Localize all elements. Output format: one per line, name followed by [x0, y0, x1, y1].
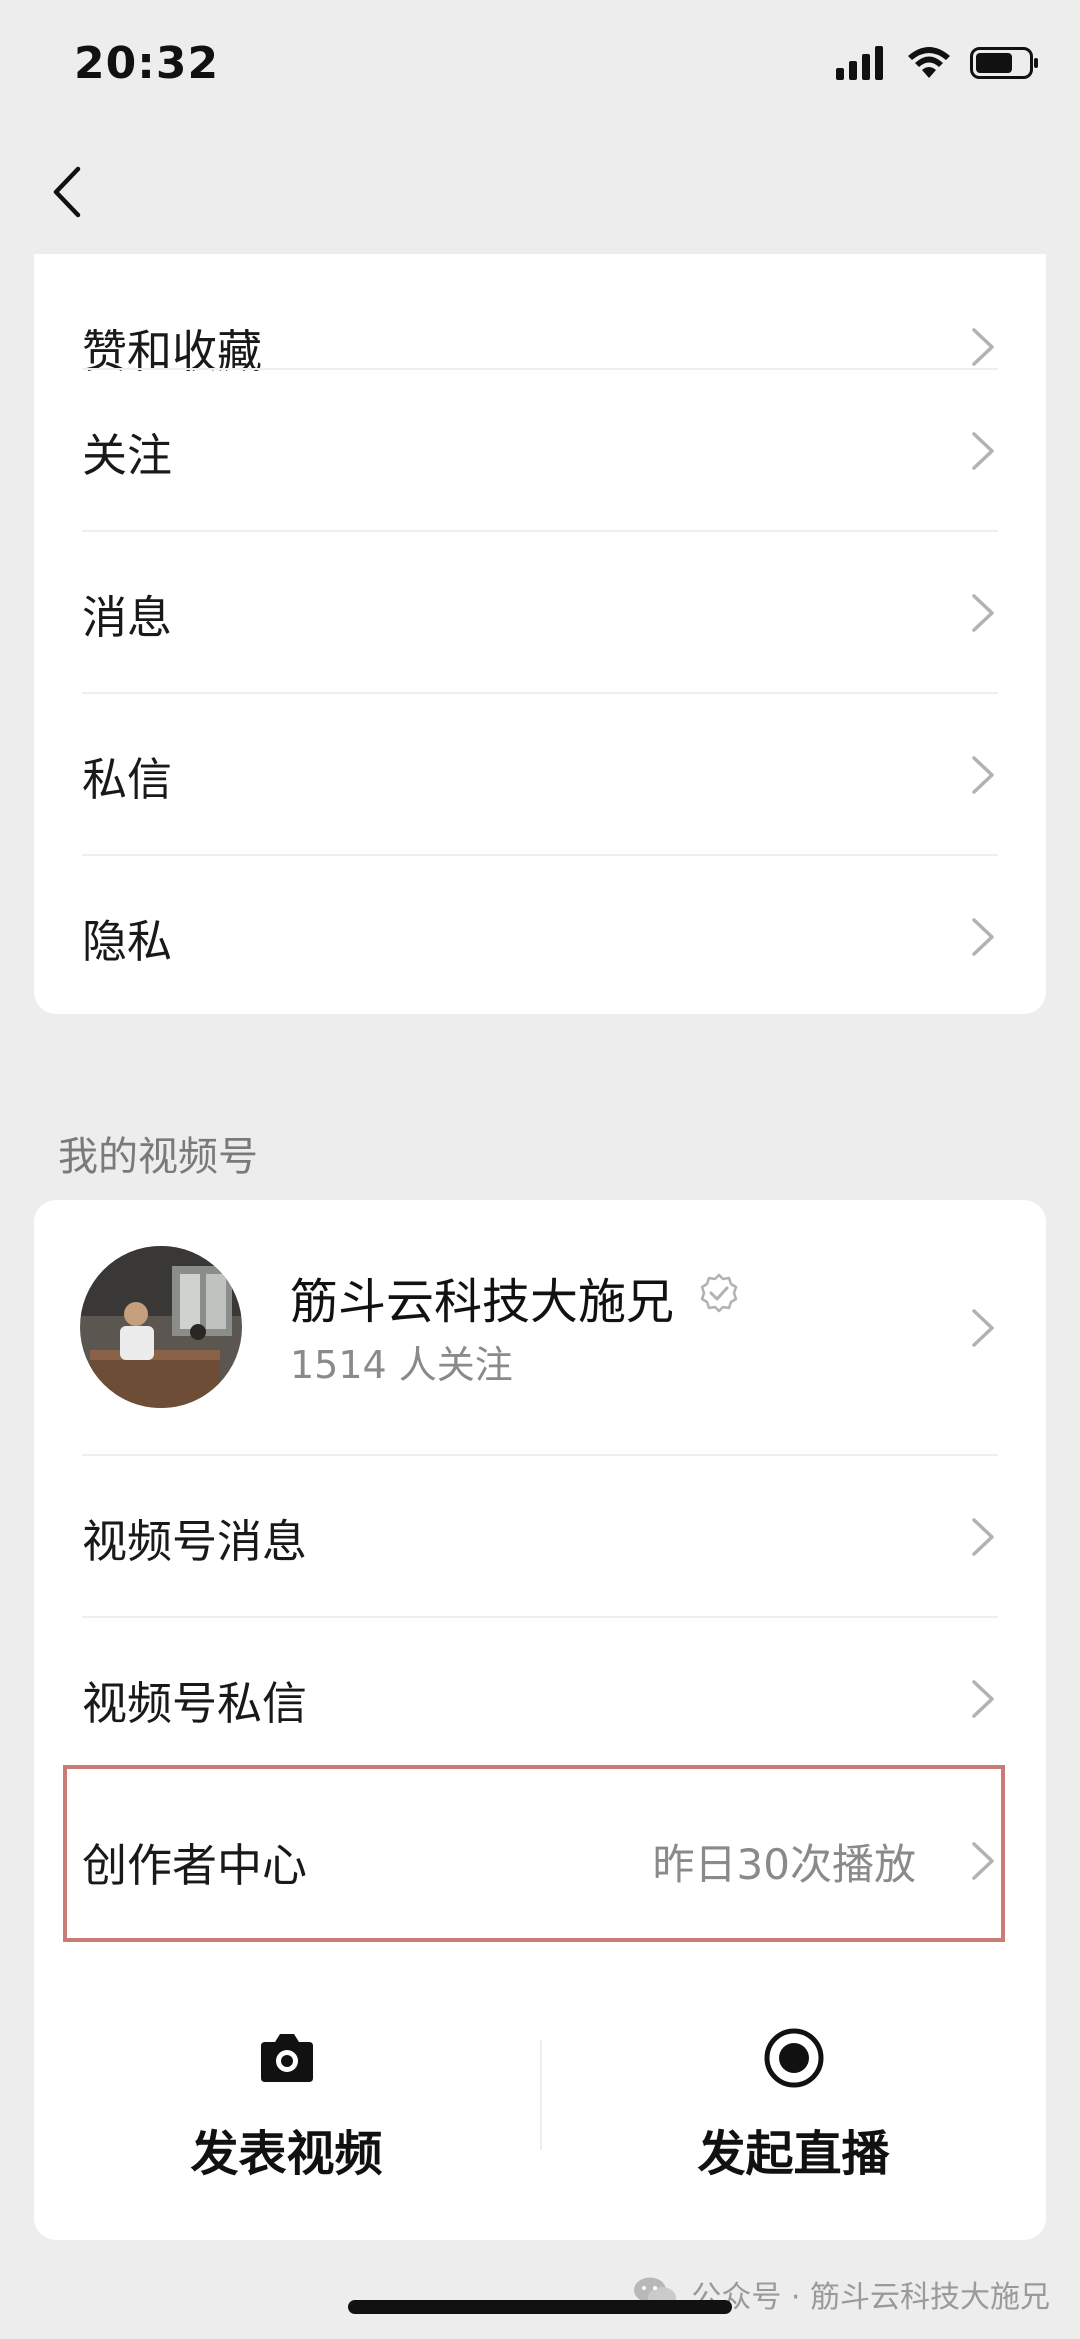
creator-center-stat: 昨日30次播放 [652, 1839, 916, 1889]
settings-card: 赞和收藏 关注 消息 私信 隐私 [34, 254, 1046, 1014]
cellular-signal-icon [836, 46, 883, 80]
section-title-channels: 我的视频号 [58, 1134, 258, 1180]
settings-item-messages[interactable]: 消息 [34, 532, 1046, 694]
channel-item-label: 视频号私信 [82, 1676, 308, 1730]
status-icons [836, 46, 1040, 80]
settings-item-label: 隐私 [82, 914, 173, 968]
chevron-right-icon [972, 1518, 994, 1556]
chevron-right-icon [972, 432, 994, 470]
settings-item-label: 消息 [82, 590, 173, 644]
live-record-icon [764, 2028, 823, 2088]
channel-item-label: 创作者中心 [82, 1838, 308, 1892]
nav-bar [0, 150, 1080, 230]
creator-center-item[interactable]: 创作者中心 昨日30次播放 [34, 1780, 1046, 1942]
settings-item-label: 关注 [82, 428, 173, 482]
chevron-right-icon [972, 594, 994, 632]
chevron-right-icon [972, 1842, 994, 1880]
chevron-right-icon [972, 756, 994, 794]
wifi-icon [908, 47, 950, 78]
channel-profile-row[interactable]: 筋斗云科技大施兄 1514 人关注 [34, 1200, 1046, 1455]
channel-item-label: 视频号消息 [82, 1514, 308, 1568]
channel-messages-item[interactable]: 视频号消息 [34, 1456, 1046, 1618]
chevron-right-icon [972, 1680, 994, 1718]
follower-count: 1514 人关注 [290, 1343, 513, 1387]
home-indicator[interactable] [348, 2300, 732, 2314]
settings-item-privacy[interactable]: 隐私 [34, 856, 1046, 1018]
status-time: 20:32 [74, 38, 220, 89]
avatar [80, 1246, 242, 1408]
chevron-right-icon [972, 328, 994, 366]
channel-private-messages-item[interactable]: 视频号私信 [34, 1618, 1046, 1780]
back-button[interactable] [42, 162, 92, 222]
chevron-right-icon [972, 1308, 994, 1347]
publish-video-button[interactable]: 发表视频 [34, 2010, 539, 2210]
camera-icon [260, 2034, 313, 2082]
chevron-left-icon [53, 166, 81, 218]
watermark-text: 公众号 · 筋斗云科技大施兄 [691, 2280, 1050, 2315]
action-label: 发表视频 [190, 2126, 383, 2182]
status-bar: 20:32 [0, 0, 1080, 130]
channel-name: 筋斗云科技大施兄 [290, 1274, 675, 1330]
settings-item-label: 私信 [82, 752, 173, 806]
action-label: 发起直播 [697, 2126, 890, 2182]
settings-item-private-messages[interactable]: 私信 [34, 694, 1046, 856]
start-live-button[interactable]: 发起直播 [541, 2010, 1046, 2210]
verified-badge-icon [700, 1273, 738, 1313]
settings-item-follow[interactable]: 关注 [34, 370, 1046, 532]
chevron-right-icon [972, 918, 994, 956]
battery-icon [970, 47, 1038, 79]
